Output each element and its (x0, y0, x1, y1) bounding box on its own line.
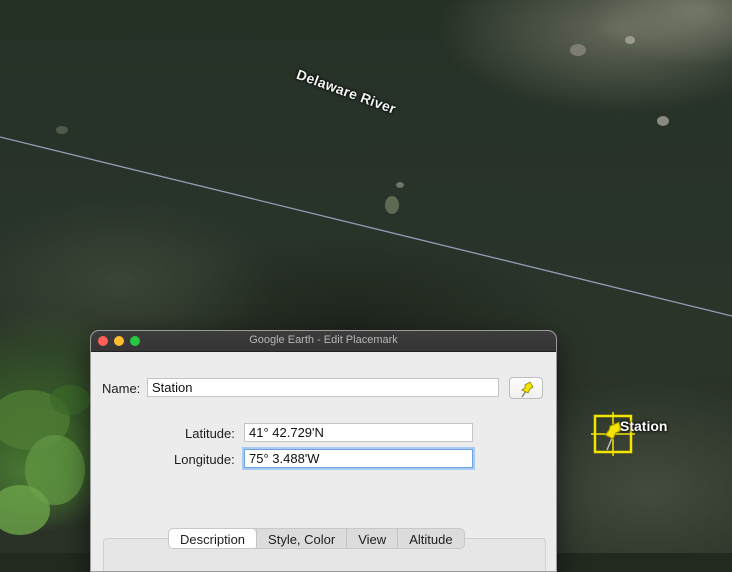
latitude-input[interactable]: 41° 42.729'N (244, 423, 473, 442)
longitude-input[interactable]: 75° 3.488'W (244, 449, 473, 468)
window-title: Google Earth - Edit Placemark (249, 334, 398, 346)
placemark-label: Station (620, 418, 668, 434)
title-bar[interactable]: Google Earth - Edit Placemark (91, 331, 556, 352)
edit-placemark-dialog: Google Earth - Edit Placemark Name: Stat… (90, 330, 557, 572)
tab-bar: Description Style, Color View Altitude (168, 528, 465, 549)
tree-canopy (50, 385, 90, 415)
rock (396, 182, 404, 188)
latitude-label: Latitude: (185, 426, 235, 441)
rock (385, 196, 399, 214)
rock (625, 36, 635, 44)
longitude-label: Longitude: (174, 452, 235, 467)
rock (657, 116, 669, 126)
yellow-pushpin-icon (521, 381, 534, 398)
rock (570, 44, 586, 56)
tab-altitude[interactable]: Altitude (397, 529, 463, 548)
rock (56, 126, 68, 134)
tab-style-color[interactable]: Style, Color (256, 529, 346, 548)
tab-view[interactable]: View (346, 529, 397, 548)
name-input[interactable]: Station (147, 378, 499, 397)
name-label: Name: (102, 381, 141, 396)
path-line (0, 136, 732, 317)
icon-picker-button[interactable] (509, 377, 543, 399)
tab-description[interactable]: Description (169, 529, 257, 548)
